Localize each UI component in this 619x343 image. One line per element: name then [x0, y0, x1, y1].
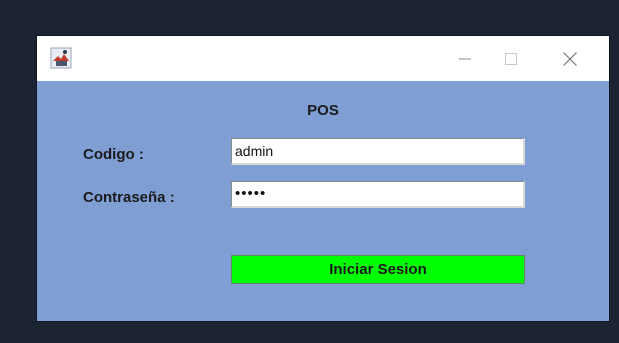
close-button[interactable] — [547, 36, 593, 81]
login-window: POS Codigo : Contraseña : ••••• Iniciar … — [37, 36, 609, 321]
password-field[interactable]: ••••• — [231, 181, 525, 208]
page-title: POS — [307, 102, 339, 119]
maximize-button[interactable] — [488, 36, 534, 81]
codigo-label: Codigo : — [83, 146, 144, 163]
minimize-button[interactable] — [442, 36, 488, 81]
java-cup-icon — [50, 47, 72, 69]
close-icon — [563, 51, 577, 66]
login-form: POS Codigo : Contraseña : ••••• Iniciar … — [37, 81, 609, 321]
minimize-icon — [459, 53, 471, 65]
title-bar[interactable] — [37, 36, 609, 81]
codigo-input[interactable] — [231, 138, 525, 165]
login-button[interactable]: Iniciar Sesion — [231, 255, 525, 284]
password-label: Contraseña : — [83, 189, 175, 206]
maximize-icon — [505, 52, 517, 65]
